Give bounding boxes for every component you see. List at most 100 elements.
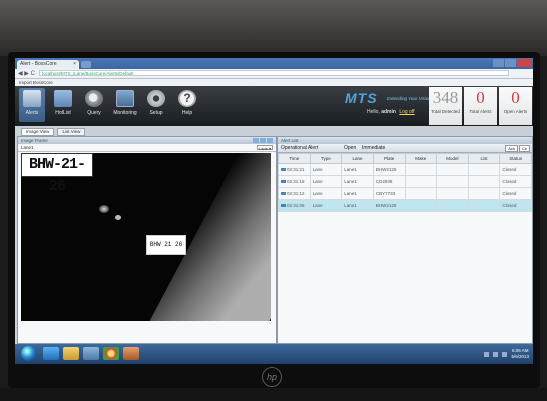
row-camera-icon xyxy=(281,192,286,196)
lane-bar: Lane1 Lane ▾ xyxy=(18,144,276,152)
cell-plate: CD2938 xyxy=(372,175,406,188)
clear-button[interactable]: Clr xyxy=(518,145,530,152)
brand-tagline: Extending Your Vision xyxy=(387,96,431,101)
panel-pin-icon[interactable] xyxy=(253,138,259,143)
minimize-icon[interactable] xyxy=(493,59,504,67)
network-icon[interactable] xyxy=(484,351,490,357)
logout-link[interactable]: Log off xyxy=(399,109,414,115)
clock[interactable]: 6:06 AM 6/6/2013 xyxy=(511,348,529,360)
hello-text: Hello, xyxy=(367,109,380,115)
hp-logo: hp xyxy=(262,367,282,387)
col-list[interactable]: List xyxy=(467,153,501,164)
col-type[interactable]: Type xyxy=(309,153,343,164)
filter-immediate[interactable]: Immediate xyxy=(362,144,385,152)
panel-close-icon[interactable] xyxy=(267,138,273,143)
monitor-icon xyxy=(116,90,134,107)
cell-time: 02:31:05 xyxy=(278,199,311,212)
url-input[interactable]: localhost/MTS_ILane/BossCore/Alerts/Defa… xyxy=(39,70,509,76)
flag-icon[interactable] xyxy=(502,351,508,357)
monitoring-button[interactable]: Monitoring xyxy=(112,88,138,122)
help-icon: ? xyxy=(178,90,196,107)
maximize-icon[interactable] xyxy=(505,59,516,67)
cell-time: 02:31:18 xyxy=(278,175,311,188)
query-button[interactable]: Query xyxy=(81,88,107,122)
address-bar: ◀ ▶ C localhost/MTS_ILane/BossCore/Alert… xyxy=(15,69,533,79)
ie-icon[interactable] xyxy=(43,347,59,360)
filter-open[interactable]: Open xyxy=(344,144,356,152)
cell-list xyxy=(467,175,501,188)
open-alerts-label: Open Alerts xyxy=(503,109,528,114)
image-frame-panel: Image Frame Lane1 Lane ▾ BHW 21 26 BHW-2… xyxy=(17,136,277,344)
cell-lane: Lane1 xyxy=(341,187,374,200)
col-lane[interactable]: Lane xyxy=(341,153,374,164)
cell-lane: Lane1 xyxy=(341,199,374,212)
windows-taskbar: 6:06 AM 6/6/2013 xyxy=(15,344,533,364)
user-greeting: Hello, admin Log off xyxy=(367,109,415,115)
table-row-selected[interactable]: 02:31:05 Lane Lane1 BHW2126 Closed xyxy=(278,199,532,212)
total-detected-value: 348 xyxy=(432,88,459,107)
total-alerts-counter: 0 Total Alerts xyxy=(464,87,497,125)
cell-model xyxy=(436,199,469,212)
app-icon[interactable] xyxy=(123,347,139,360)
cell-time: 02:31:21 xyxy=(278,163,311,176)
tab-image-view[interactable]: Image View xyxy=(21,128,55,136)
new-tab-button[interactable] xyxy=(81,61,91,68)
lane-select[interactable]: Lane ▾ xyxy=(257,145,273,151)
query-label: Query xyxy=(87,110,101,116)
alerts-button[interactable]: Alerts xyxy=(19,88,45,122)
col-status[interactable]: Status xyxy=(499,153,532,164)
table-row[interactable]: 02:31:18 Lane Lane1 CD2938 Closed xyxy=(278,175,532,188)
counters: 348 Total Detected 0 Total Alerts 0 Open… xyxy=(429,87,532,125)
col-make[interactable]: Make xyxy=(404,153,438,164)
cell-lane: Lane1 xyxy=(341,175,374,188)
ack-button[interactable]: Ack xyxy=(505,145,518,152)
cell-status: Closed xyxy=(499,199,532,212)
nav-arrows-icon[interactable]: ◀ ▶ C xyxy=(18,70,35,77)
volume-icon[interactable] xyxy=(493,351,499,357)
gear-icon xyxy=(147,90,165,107)
browser-tab-title: Alert - BossCore xyxy=(20,61,57,67)
reflection xyxy=(115,215,121,220)
panel-controls xyxy=(253,138,273,143)
table-row[interactable]: 02:31:21 Lane Lane1 BHW2126 Closed xyxy=(278,163,532,176)
bookmarks-bar[interactable]: Import BossCore xyxy=(15,79,533,86)
plate-read-overlay: BHW-21-26 xyxy=(21,153,93,195)
chrome-icon[interactable] xyxy=(103,347,119,360)
table-row[interactable]: 02:31:12 Lane Lane1 CBY7733 Closed xyxy=(278,187,532,200)
folder-icon[interactable] xyxy=(63,347,79,360)
mts-logo: MTS xyxy=(345,90,378,106)
alerts-table: Time Type Lane Plate Make Model List Sta… xyxy=(278,153,532,212)
magnifier-icon xyxy=(85,90,103,107)
tab-list-view[interactable]: List View xyxy=(57,128,86,136)
cell-lane: Lane1 xyxy=(341,163,374,176)
cell-plate: CBY7733 xyxy=(372,187,406,200)
setup-button[interactable]: Setup xyxy=(143,88,169,122)
col-model[interactable]: Model xyxy=(436,153,469,164)
cell-plate: BHW2126 xyxy=(372,163,406,176)
cell-time: 02:31:12 xyxy=(278,187,311,200)
col-time[interactable]: Time xyxy=(278,153,311,164)
cell-plate: BHW2126 xyxy=(372,199,406,212)
hotlist-icon xyxy=(54,90,72,107)
hotlist-button[interactable]: HotList xyxy=(50,88,76,122)
browser-tab[interactable]: Alert - BossCore × xyxy=(17,60,79,69)
background-wall xyxy=(0,0,547,56)
setup-label: Setup xyxy=(149,110,163,116)
help-button[interactable]: ? Help xyxy=(174,88,200,122)
close-tab-icon[interactable]: × xyxy=(73,60,76,69)
cell-model xyxy=(436,175,469,188)
image-frame-title: Image Frame xyxy=(18,137,276,144)
alert-list-title: Alert List xyxy=(278,137,532,144)
start-button-icon[interactable] xyxy=(21,346,36,361)
window-controls xyxy=(493,59,531,67)
close-window-icon[interactable] xyxy=(517,59,531,67)
open-alerts-value: 0 xyxy=(511,88,520,107)
table-header: Time Type Lane Plate Make Model List Sta… xyxy=(278,153,532,164)
col-plate[interactable]: Plate xyxy=(372,153,406,164)
media-icon[interactable] xyxy=(83,347,99,360)
cell-type: Lane xyxy=(309,199,343,212)
cell-list xyxy=(467,199,501,212)
total-alerts-label: Total Alerts xyxy=(469,109,492,114)
panel-restore-icon[interactable] xyxy=(260,138,266,143)
cell-type: Lane xyxy=(309,163,343,176)
